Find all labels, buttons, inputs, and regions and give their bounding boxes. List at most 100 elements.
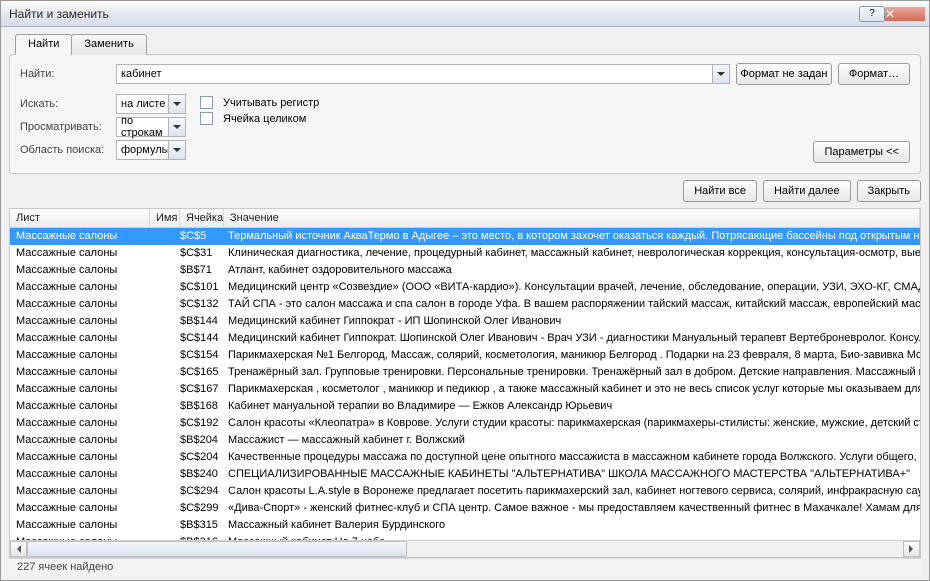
result-name xyxy=(150,347,180,363)
search-direction-label: Просматривать: xyxy=(20,121,110,133)
look-in-value: формулы xyxy=(121,144,170,156)
result-value: Парикмахерская , косметолог , маникюр и … xyxy=(224,381,920,397)
search-direction-select[interactable]: по строкам xyxy=(116,117,186,137)
result-sheet: Массажные салоны xyxy=(10,330,150,346)
whole-cell-checkbox[interactable] xyxy=(200,112,213,125)
search-target-value: на листе xyxy=(121,98,165,110)
result-value: ТАЙ СПА - это салон массажа и спа салон … xyxy=(224,296,920,312)
result-sheet: Массажные салоны xyxy=(10,296,150,312)
close-button[interactable]: Закрыть xyxy=(857,180,921,202)
result-sheet: Массажные салоны xyxy=(10,466,150,482)
result-value: Качественные процедуры массажа по доступ… xyxy=(224,449,920,465)
result-sheet: Массажные салоны xyxy=(10,228,150,244)
result-name xyxy=(150,364,180,380)
result-sheet: Массажные салоны xyxy=(10,432,150,448)
result-name xyxy=(150,415,180,431)
result-cell: $C$294 xyxy=(180,483,224,499)
result-cell: $C$31 xyxy=(180,245,224,261)
result-name xyxy=(150,432,180,448)
result-name xyxy=(150,398,180,414)
result-value: Парикмахерская №1 Белгород, Массаж, соля… xyxy=(224,347,920,363)
look-in-select[interactable]: формулы xyxy=(116,140,186,160)
result-row[interactable]: Массажные салоны$C$294Салон красоты L.A.… xyxy=(10,483,920,500)
result-sheet: Массажные салоны xyxy=(10,364,150,380)
result-name xyxy=(150,279,180,295)
result-name xyxy=(150,330,180,346)
match-case-label: Учитывать регистр xyxy=(223,97,319,109)
result-row[interactable]: Массажные салоны$C$165Тренажёрный зал. Г… xyxy=(10,364,920,381)
find-input-value: кабинет xyxy=(121,68,161,80)
find-input[interactable]: кабинет xyxy=(116,64,730,84)
result-row[interactable]: Массажные салоны$C$299«Дива-Спорт» - жен… xyxy=(10,500,920,517)
result-cell: $C$132 xyxy=(180,296,224,312)
result-sheet: Массажные салоны xyxy=(10,279,150,295)
result-row[interactable]: Массажные салоны$B$240СПЕЦИАЛИЗИРОВАННЫЕ… xyxy=(10,466,920,483)
result-cell: $C$144 xyxy=(180,330,224,346)
tab-replace[interactable]: Заменить xyxy=(71,34,146,55)
result-sheet: Массажные салоны xyxy=(10,245,150,261)
result-sheet: Массажные салоны xyxy=(10,398,150,414)
result-sheet: Массажные салоны xyxy=(10,313,150,329)
help-button[interactable]: ? xyxy=(859,6,885,22)
chevron-down-icon[interactable] xyxy=(168,118,185,136)
result-row[interactable]: Массажные салоны$C$192Салон красоты «Кле… xyxy=(10,415,920,432)
result-row[interactable]: Массажные салоны$B$144Медицинский кабине… xyxy=(10,313,920,330)
result-name xyxy=(150,483,180,499)
result-cell: $B$240 xyxy=(180,466,224,482)
result-row[interactable]: Массажные салоны$C$144Медицинский кабине… xyxy=(10,330,920,347)
result-row[interactable]: Массажные салоны$C$204Качественные проце… xyxy=(10,449,920,466)
find-all-button[interactable]: Найти все xyxy=(683,180,757,202)
whole-cell-label: Ячейка целиком xyxy=(223,113,306,125)
result-row[interactable]: Массажные салоны$B$71Атлант, кабинет озд… xyxy=(10,262,920,279)
col-cell[interactable]: Ячейка xyxy=(180,209,224,227)
look-in-label: Область поиска: xyxy=(20,144,110,156)
result-value: Атлант, кабинет оздоровительного массажа xyxy=(224,262,920,278)
find-next-button[interactable]: Найти далее xyxy=(763,180,851,202)
result-sheet: Массажные салоны xyxy=(10,262,150,278)
result-cell: $B$144 xyxy=(180,313,224,329)
scroll-right-icon[interactable] xyxy=(903,541,920,557)
result-cell: $C$299 xyxy=(180,500,224,516)
result-name xyxy=(150,466,180,482)
search-target-select[interactable]: на листе xyxy=(116,94,186,114)
result-row[interactable]: Массажные салоны$C$101Медицинский центр … xyxy=(10,279,920,296)
search-direction-value: по строкам xyxy=(121,115,167,139)
result-value: Тренажёрный зал. Групповые тренировки. П… xyxy=(224,364,920,380)
result-name xyxy=(150,296,180,312)
col-sheet[interactable]: Лист xyxy=(10,209,150,227)
scroll-thumb[interactable] xyxy=(27,541,407,557)
options-toggle-button[interactable]: Параметры << xyxy=(813,141,910,163)
col-name[interactable]: Имя xyxy=(150,209,180,227)
close-window-button[interactable]: ✕ xyxy=(885,7,925,21)
tab-find[interactable]: Найти xyxy=(15,34,72,55)
result-name xyxy=(150,381,180,397)
result-sheet: Массажные салоны xyxy=(10,415,150,431)
result-cell: $C$5 xyxy=(180,228,224,244)
result-value: Салон красоты L.A.style в Воронеже предл… xyxy=(224,483,920,499)
result-value: Массажный кабинет Валерия Бурдинского xyxy=(224,517,920,533)
chevron-down-icon[interactable] xyxy=(168,141,185,159)
col-value[interactable]: Значение xyxy=(224,209,920,227)
result-sheet: Массажные салоны xyxy=(10,500,150,516)
result-row[interactable]: Массажные салоны$C$167Парикмахерская , к… xyxy=(10,381,920,398)
scroll-left-icon[interactable] xyxy=(10,541,27,557)
format-button[interactable]: Формат… xyxy=(838,63,910,85)
result-row[interactable]: Массажные салоны$B$315Массажный кабинет … xyxy=(10,517,920,534)
find-dropdown[interactable] xyxy=(712,65,729,83)
match-case-checkbox[interactable] xyxy=(200,96,213,109)
window-title: Найти и заменить xyxy=(5,7,857,21)
result-name xyxy=(150,313,180,329)
result-cell: $C$192 xyxy=(180,415,224,431)
result-value: Массажист — массажный кабинет г. Волжски… xyxy=(224,432,920,448)
result-row[interactable]: Массажные салоны$C$154Парикмахерская №1 … xyxy=(10,347,920,364)
result-name xyxy=(150,228,180,244)
search-target-label: Искать: xyxy=(20,98,110,110)
result-row[interactable]: Массажные салоны$C$5Термальный источник … xyxy=(10,228,920,245)
result-row[interactable]: Массажные салоны$C$31Клиническая диагнос… xyxy=(10,245,920,262)
result-row[interactable]: Массажные салоны$B$168Кабинет мануальной… xyxy=(10,398,920,415)
chevron-down-icon[interactable] xyxy=(168,95,185,113)
result-row[interactable]: Массажные салоны$B$204Массажист — массаж… xyxy=(10,432,920,449)
horizontal-scrollbar[interactable] xyxy=(10,540,920,557)
result-row[interactable]: Массажные салоны $C$132ТАЙ СПА - это сало… xyxy=(10,296,920,313)
format-preview-button[interactable]: Формат не задан xyxy=(736,63,832,85)
